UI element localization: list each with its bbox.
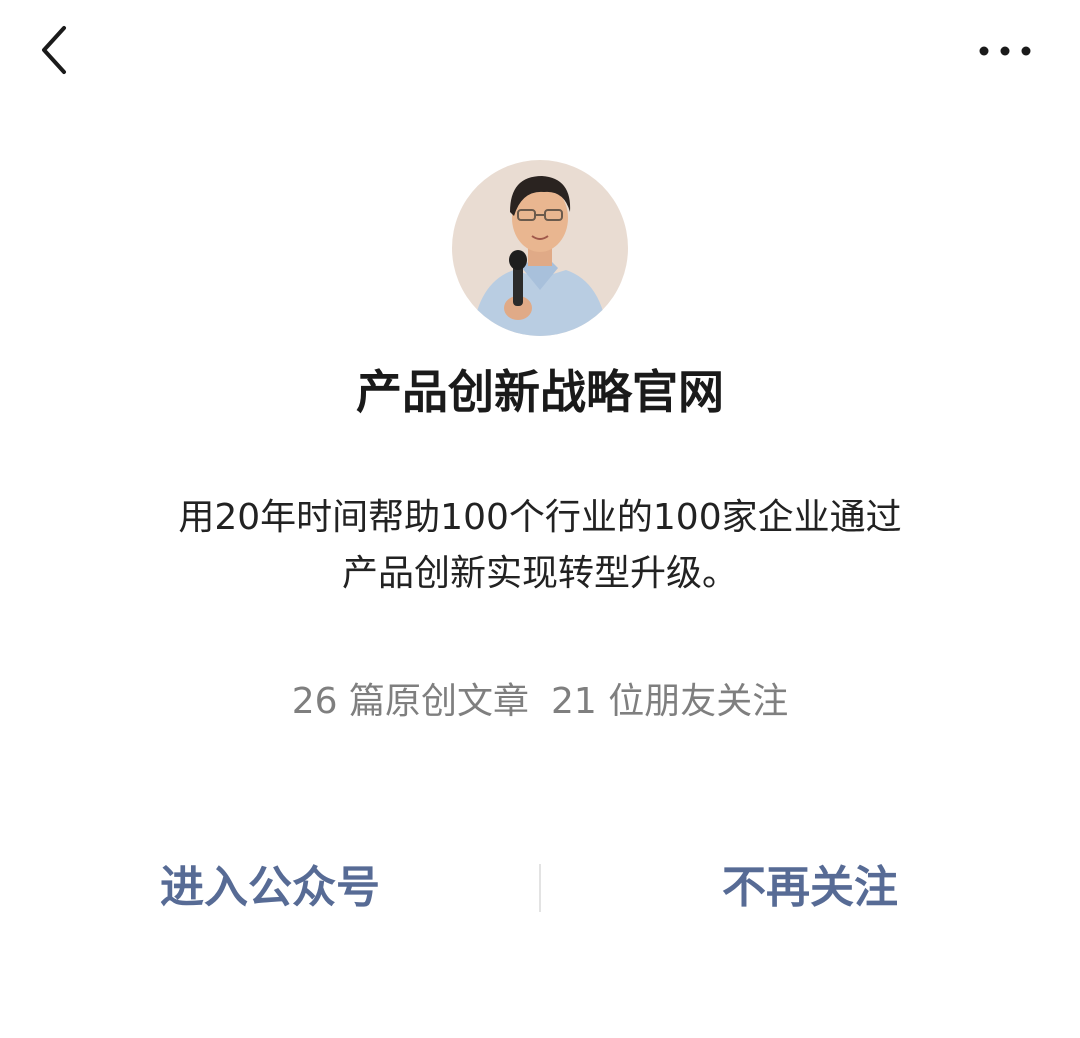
articles-count: 26 篇原创文章 [291,681,529,722]
back-button[interactable] [22,14,86,86]
more-dots-icon [979,46,1031,56]
description-line: 产品创新实现转型升级。 [341,553,738,594]
avatar[interactable] [452,160,628,336]
unfollow-button[interactable]: 不再关注 [660,856,960,920]
more-options-button[interactable] [970,24,1040,78]
account-name: 产品创新战略官网 [356,365,724,419]
account-description: 用20年时间帮助100个行业的100家企业通过 产品创新实现转型升级。 [130,490,950,602]
enter-account-button[interactable]: 进入公众号 [120,856,420,920]
chevron-left-icon [42,26,66,74]
description-line: 用20年时间帮助100个行业的100家企业通过 [178,497,902,538]
account-stats: 26 篇原创文章 21 位朋友关注 [0,676,1080,728]
followers-count: 21 位朋友关注 [551,681,789,722]
action-bar: 进入公众号 不再关注 [0,856,1080,920]
action-divider [539,864,541,912]
